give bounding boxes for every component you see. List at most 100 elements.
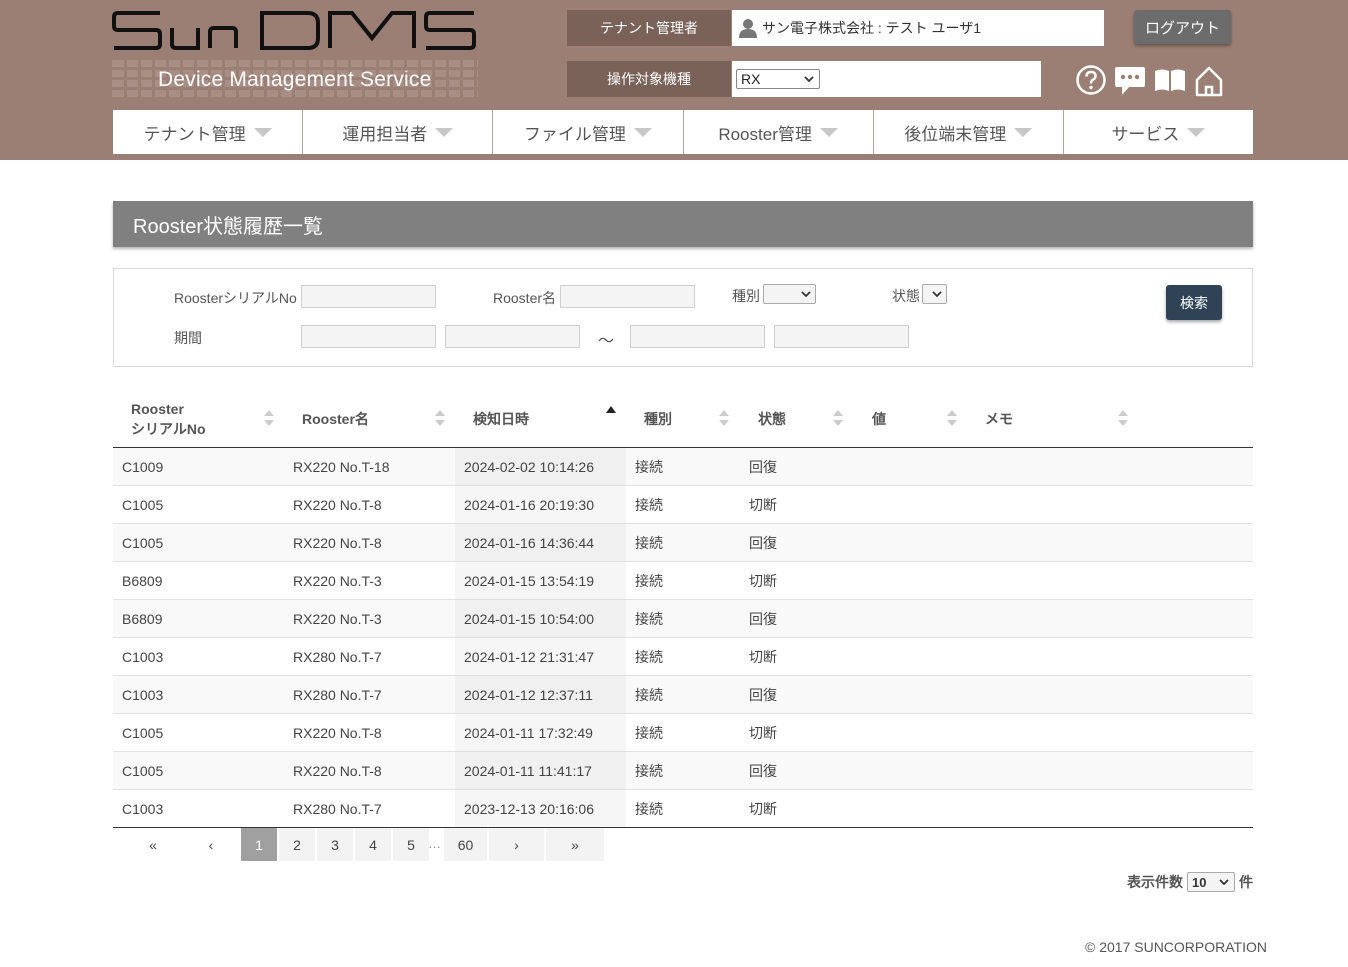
cell-datetime: 2024-02-02 10:14:26 [455,448,626,485]
cell-type: 接続 [635,572,663,589]
last-page-button[interactable]: » [546,828,604,861]
col-name-label: Rooster名 [302,410,369,427]
table-row: B6809 RX220 No.T-3 2024-01-15 10:54:00 接続 回復 [113,600,1253,638]
cell-datetime: 2024-01-15 10:54:00 [455,600,626,637]
page-button-4[interactable]: 4 [355,828,391,861]
cell-type: 接続 [635,458,663,475]
cell-name: RX220 No.T-8 [293,496,382,513]
cell-serial: B6809 [122,572,163,589]
nav-rooster-management[interactable]: Rooster管理 [684,110,874,154]
page-button-3[interactable]: 3 [317,828,353,861]
cell-datetime: 2024-01-12 12:37:11 [455,676,626,713]
page-button-1[interactable]: 1 [241,828,277,861]
dropdown-triangle-icon [253,127,272,137]
cell-datetime: 2024-01-16 14:36:44 [455,524,626,561]
page-button-5[interactable]: 5 [393,828,429,861]
cell-serial: C1003 [122,800,164,817]
nav-file-management[interactable]: ファイル管理 [493,110,684,154]
cell-datetime: 2023-12-13 20:16:06 [455,790,626,827]
cell-name: RX220 No.T-18 [293,458,390,475]
period-end-time-input[interactable] [774,325,909,348]
search-panel: RoosterシリアルNo Rooster名 種別 状態 期間 ～ 検索 [113,268,1253,367]
cell-status: 切断 [749,572,777,589]
target-model-select[interactable]: RX [736,69,820,89]
name-input[interactable] [560,285,695,308]
table-row: C1005 RX220 No.T-8 2024-01-16 20:19:30 接続 切断 [113,486,1253,524]
col-value[interactable]: 値 [872,390,972,447]
cell-datetime: 2024-01-16 20:19:30 [455,486,626,523]
page-button-2[interactable]: 2 [279,828,315,861]
cell-datetime: 2024-01-11 17:32:49 [455,714,626,751]
period-end-date-input[interactable] [630,325,765,348]
nav-services[interactable]: サービス [1064,110,1253,154]
cell-type: 接続 [635,610,663,627]
table-row: C1003 RX280 No.T-7 2023-12-13 20:16:06 接続 切断 [113,790,1253,828]
col-name[interactable]: Rooster名 [302,390,452,447]
table-row: C1005 RX220 No.T-8 2024-01-11 11:41:17 接続 回復 [113,752,1253,790]
cell-type: 接続 [635,686,663,703]
period-label: 期間 [174,330,202,346]
cell-name: RX280 No.T-7 [293,648,382,665]
prev-page-button[interactable]: ‹ [175,828,247,861]
cell-serial: C1005 [122,496,164,513]
per-page-value: 10 [1192,874,1207,890]
user-info: サン電子株式会社 : テスト ユーザ1 [732,10,1104,46]
help-icon[interactable] [1075,64,1107,96]
cell-status: 切断 [749,800,777,817]
cell-status: 切断 [749,648,777,665]
per-page-label: 表示件数 [1127,874,1183,890]
nav-terminal-management[interactable]: 後位端末管理 [874,110,1064,154]
table-row: C1005 RX220 No.T-8 2024-01-11 17:32:49 接続 切断 [113,714,1253,752]
per-page-select[interactable]: 10 [1187,872,1235,892]
col-type[interactable]: 種別 [644,390,764,447]
chevron-down-icon [1219,879,1229,886]
manual-icon[interactable] [1153,64,1187,96]
status-select[interactable] [922,284,947,304]
pagination: « ‹ 1 2 3 4 5 … 60 › » [113,828,613,861]
serial-input[interactable] [301,285,436,308]
logo: Device Management Service [112,8,478,104]
col-value-label: 値 [872,410,886,427]
search-button[interactable]: 検索 [1166,285,1222,320]
home-icon[interactable] [1194,64,1224,98]
copyright: © 2017 SUNCORPORATION [1085,939,1267,955]
cell-serial: B6809 [122,610,163,627]
col-memo[interactable]: メモ [985,390,1145,447]
sort-icon [435,410,445,426]
name-label: Rooster名 [493,290,557,306]
period-separator: ～ [598,333,615,350]
cell-name: RX280 No.T-7 [293,686,382,703]
col-memo-label: メモ [985,410,1013,427]
col-serial[interactable]: Rooster シリアルNo [131,390,281,447]
cell-type: 接続 [635,496,663,513]
cell-status: 切断 [749,724,777,741]
chevron-down-icon [932,291,942,298]
type-select[interactable] [763,284,816,304]
user-name: サン電子株式会社 : テスト ユーザ1 [762,20,982,36]
type-label: 種別 [732,288,760,304]
table-row: C1003 RX280 No.T-7 2024-01-12 12:37:11 接続 回復 [113,676,1253,714]
chat-icon[interactable] [1114,64,1146,98]
logout-button[interactable]: ログアウト [1134,10,1231,44]
logo-subtitle: Device Management Service [158,68,432,91]
page-title: Rooster状態履歴一覧 [113,201,1253,247]
dropdown-triangle-icon [1187,127,1206,137]
per-page-control: 表示件数 10 件 [1127,872,1253,892]
cell-datetime: 2024-01-15 13:54:19 [455,562,626,599]
period-start-date-input[interactable] [301,325,436,348]
col-datetime[interactable]: 検知日時 [473,390,623,447]
nav-label: テナント管理 [143,124,246,144]
col-status-label: 状態 [758,410,786,427]
page-button-last-number[interactable]: 60 [444,828,487,861]
table-row: B6809 RX220 No.T-3 2024-01-15 13:54:19 接続 切断 [113,562,1253,600]
cell-name: RX220 No.T-8 [293,762,382,779]
cell-serial: C1005 [122,762,164,779]
cell-status: 回復 [749,610,777,627]
nav-tenant-management[interactable]: テナント管理 [113,110,304,154]
cell-datetime: 2024-01-11 11:41:17 [455,752,626,789]
period-start-time-input[interactable] [445,325,580,348]
nav-operators[interactable]: 運用担当者 [303,110,494,154]
next-page-button[interactable]: › [489,828,544,861]
col-status[interactable]: 状態 [758,390,858,447]
cell-type: 接続 [635,534,663,551]
